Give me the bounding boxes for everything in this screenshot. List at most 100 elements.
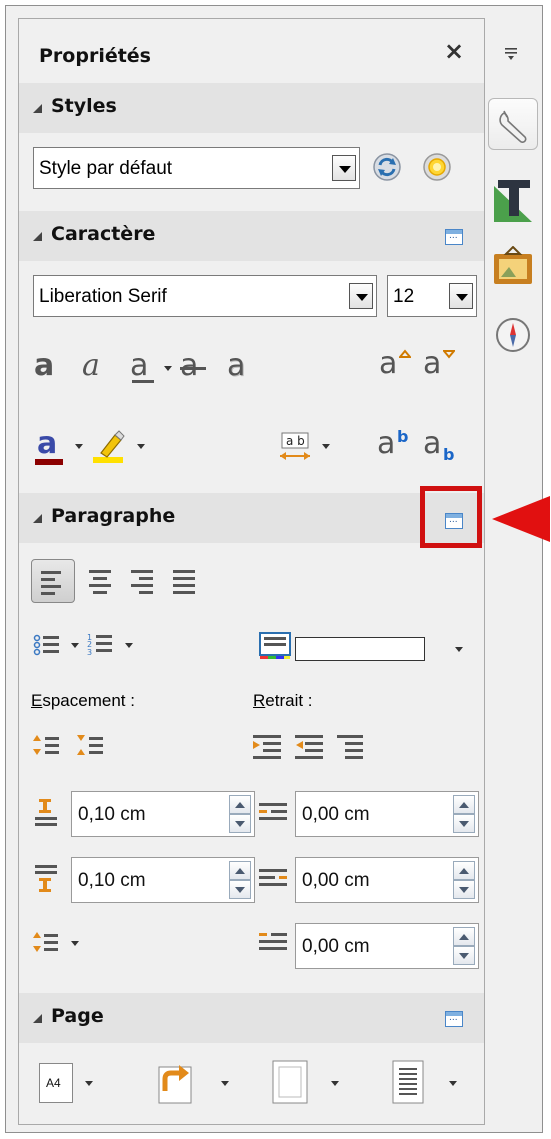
page-margins-dropdown-icon[interactable] — [331, 1081, 339, 1086]
font-color-glyph: a — [37, 426, 58, 461]
update-style-icon[interactable] — [371, 151, 403, 183]
decrease-indent-icon[interactable] — [295, 733, 325, 761]
bullets-dropdown-icon[interactable] — [71, 643, 79, 648]
before-indent-value: 0,00 cm — [302, 804, 370, 825]
bold-icon[interactable]: a — [34, 351, 54, 381]
above-paragraph-spacing-icon — [35, 799, 57, 826]
line-spacing-dropdown-icon[interactable] — [71, 941, 79, 946]
navigator-tab-icon[interactable] — [494, 316, 532, 354]
spin-down-icon[interactable] — [453, 814, 475, 833]
decrease-font-size-icon[interactable]: a — [423, 349, 457, 385]
decrease-paragraph-spacing-icon[interactable] — [77, 733, 105, 761]
spin-up-icon[interactable] — [229, 795, 251, 814]
new-style-icon[interactable] — [421, 151, 453, 183]
spin-down-icon[interactable] — [229, 814, 251, 833]
page-more-options-icon[interactable] — [445, 1011, 463, 1027]
page-size-icon[interactable]: A4 — [39, 1063, 73, 1103]
page-columns-icon[interactable] — [391, 1059, 427, 1107]
strikethrough-icon[interactable]: a — [180, 349, 206, 385]
close-icon[interactable]: × — [444, 37, 464, 65]
highlight-frame — [420, 486, 482, 548]
bullets-icon[interactable] — [33, 633, 63, 657]
background-dropdown-icon[interactable] — [455, 647, 463, 652]
after-indent-field[interactable]: 0,00 cm — [295, 857, 479, 903]
styles-section-header[interactable]: Styles — [19, 83, 484, 133]
spin-down-icon[interactable] — [453, 880, 475, 899]
styles-tab-icon[interactable] — [492, 176, 534, 224]
collapse-icon — [33, 514, 42, 523]
paragraph-background-icon[interactable] — [259, 631, 293, 661]
hanging-indent-icon[interactable] — [337, 733, 367, 761]
properties-tab[interactable] — [488, 98, 538, 150]
numbering-icon[interactable]: 1 2 3 — [87, 631, 117, 657]
properties-panel: Propriétés × Styles Style par défaut Car… — [18, 18, 485, 1125]
below-paragraph-spacing-icon — [35, 865, 57, 892]
character-section-header[interactable]: Caractère — [19, 211, 484, 261]
spin-down-icon[interactable] — [229, 880, 251, 899]
character-section-title: Caractère — [51, 223, 156, 245]
spin-up-icon[interactable] — [453, 795, 475, 814]
indent-mnemonic: R — [253, 691, 266, 710]
chevron-down-icon[interactable] — [349, 283, 373, 309]
gallery-tab-icon[interactable] — [492, 246, 534, 286]
subscript-icon[interactable]: a b — [423, 429, 459, 465]
increase-indent-icon[interactable] — [253, 733, 283, 761]
spin-up-icon[interactable] — [453, 927, 475, 946]
page-orientation-dropdown-icon[interactable] — [221, 1081, 229, 1086]
increase-font-size-icon[interactable]: a — [379, 349, 413, 385]
decrease-glyph: a — [423, 346, 442, 381]
after-indent-value: 0,00 cm — [302, 870, 370, 891]
chevron-down-icon[interactable] — [449, 283, 473, 309]
underline-icon[interactable]: a — [130, 349, 156, 385]
font-size-select[interactable]: 12 — [387, 275, 477, 317]
superscript-icon[interactable]: a b — [377, 427, 413, 465]
underline-dropdown-icon[interactable] — [164, 366, 172, 371]
font-name-select[interactable]: Liberation Serif — [33, 275, 377, 317]
sidebar-tab-bar — [486, 18, 540, 1128]
below-spacing-field[interactable]: 0,10 cm — [71, 857, 255, 903]
spin-up-icon[interactable] — [453, 861, 475, 880]
spacing-label-text: spacement : — [42, 691, 135, 710]
page-orientation-icon[interactable] — [153, 1057, 197, 1107]
paragraph-section-header[interactable]: Paragraphe — [19, 493, 484, 543]
spin-down-icon[interactable] — [453, 946, 475, 965]
font-color-dropdown-icon[interactable] — [75, 444, 83, 449]
align-left-button[interactable] — [31, 559, 75, 603]
page-size-label: A4 — [46, 1076, 61, 1090]
font-size-value: 12 — [393, 286, 415, 307]
below-spacing-value: 0,10 cm — [78, 870, 146, 891]
paragraph-background-color-swatch[interactable] — [295, 637, 425, 661]
page-size-dropdown-icon[interactable] — [85, 1081, 93, 1086]
paragraph-style-select[interactable]: Style par défaut — [33, 147, 360, 189]
shadow-icon[interactable]: a — [227, 351, 245, 381]
after-text-indent-icon — [259, 869, 287, 886]
before-indent-field[interactable]: 0,00 cm — [295, 791, 479, 837]
subscript-b: b — [443, 445, 455, 464]
subscript-glyph: a — [423, 426, 442, 461]
italic-icon[interactable]: a — [82, 351, 100, 381]
chevron-down-icon[interactable] — [332, 155, 356, 181]
spacing-label: Espacement : — [31, 691, 135, 711]
font-color-bar — [35, 459, 63, 465]
sidebar-menu-icon[interactable] — [504, 46, 520, 62]
styles-section-title: Styles — [51, 95, 117, 117]
page-section-header[interactable]: Page — [19, 993, 484, 1043]
increase-paragraph-spacing-icon[interactable] — [33, 733, 61, 761]
character-more-options-icon[interactable] — [445, 229, 463, 245]
strikethrough-glyph: a — [180, 348, 199, 383]
above-spacing-field[interactable]: 0,10 cm — [71, 791, 255, 837]
character-spacing-icon[interactable]: a b — [277, 429, 313, 465]
numbering-dropdown-icon[interactable] — [125, 643, 133, 648]
spin-buttons — [453, 927, 475, 965]
collapse-icon — [33, 1014, 42, 1023]
highlighting-dropdown-icon[interactable] — [137, 444, 145, 449]
first-line-indent-field[interactable]: 0,00 cm — [295, 923, 479, 969]
page-margins-icon[interactable] — [271, 1059, 311, 1107]
character-spacing-dropdown-icon[interactable] — [322, 444, 330, 449]
line-spacing-icon[interactable] — [33, 931, 61, 955]
font-color-icon[interactable]: a — [35, 429, 65, 465]
first-line-indent-value: 0,00 cm — [302, 936, 370, 957]
spin-up-icon[interactable] — [229, 861, 251, 880]
page-columns-dropdown-icon[interactable] — [449, 1081, 457, 1086]
highlighting-icon[interactable] — [93, 427, 127, 465]
